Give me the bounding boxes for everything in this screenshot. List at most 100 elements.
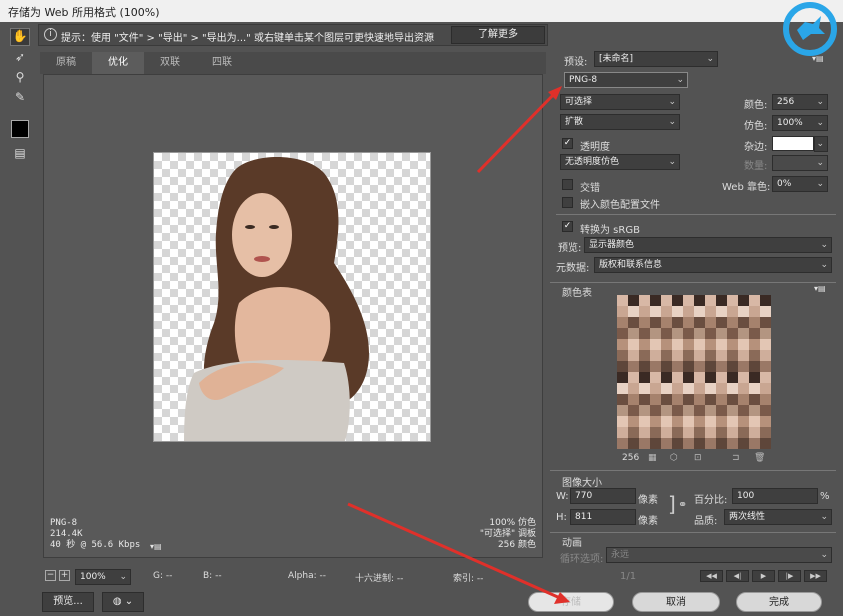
color-swatch[interactable]: [628, 328, 639, 339]
color-swatch[interactable]: [628, 317, 639, 328]
transparency-checkbox[interactable]: ✓: [562, 138, 573, 149]
download-speed-menu-icon[interactable]: ▾▤: [150, 542, 162, 551]
color-swatch[interactable]: [661, 438, 672, 449]
color-swatch[interactable]: [639, 295, 650, 306]
color-swatch[interactable]: [650, 306, 661, 317]
color-swatch[interactable]: [716, 405, 727, 416]
color-swatch[interactable]: [705, 317, 716, 328]
color-swatch[interactable]: [617, 361, 628, 372]
color-swatch[interactable]: [705, 295, 716, 306]
color-swatch[interactable]: [672, 317, 683, 328]
color-swatch[interactable]: [738, 306, 749, 317]
color-swatch[interactable]: [716, 372, 727, 383]
color-swatch[interactable]: [716, 339, 727, 350]
color-table-menu-icon[interactable]: ▾▤: [814, 284, 826, 293]
color-swatch[interactable]: [683, 339, 694, 350]
cancel-button[interactable]: 取消: [632, 592, 720, 612]
color-swatch[interactable]: [628, 295, 639, 306]
color-swatch[interactable]: [672, 383, 683, 394]
dither-algorithm-select[interactable]: 扩散 ⌄: [560, 114, 680, 130]
color-swatch[interactable]: [617, 339, 628, 350]
color-swatch[interactable]: [727, 361, 738, 372]
color-swatch[interactable]: [683, 317, 694, 328]
dither-amount-select[interactable]: 100% ⌄: [772, 115, 828, 131]
color-swatch[interactable]: [628, 306, 639, 317]
color-swatch[interactable]: [727, 372, 738, 383]
color-swatch[interactable]: [628, 427, 639, 438]
color-swatch[interactable]: [683, 383, 694, 394]
format-select[interactable]: PNG-8 ⌄: [564, 72, 688, 88]
map-selected-colors-icon[interactable]: ▦: [648, 453, 657, 463]
convert-srgb-checkbox[interactable]: ✓: [562, 221, 573, 232]
color-swatch[interactable]: [672, 427, 683, 438]
color-swatch[interactable]: [727, 317, 738, 328]
color-swatch[interactable]: [705, 416, 716, 427]
color-swatch[interactable]: [716, 361, 727, 372]
color-swatch[interactable]: [705, 438, 716, 449]
color-swatch[interactable]: [661, 394, 672, 405]
color-swatch[interactable]: [639, 394, 650, 405]
color-swatch[interactable]: [617, 295, 628, 306]
color-swatch[interactable]: [650, 295, 661, 306]
optimize-menu-icon[interactable]: ▾▤: [812, 54, 824, 63]
color-swatch[interactable]: [661, 361, 672, 372]
toggle-slices-icon[interactable]: ▤: [10, 146, 30, 164]
color-swatch[interactable]: [639, 416, 650, 427]
color-swatch[interactable]: [683, 372, 694, 383]
color-swatch[interactable]: [738, 372, 749, 383]
color-swatch[interactable]: [738, 438, 749, 449]
color-swatch[interactable]: [661, 317, 672, 328]
color-swatch[interactable]: [749, 427, 760, 438]
color-swatch[interactable]: [694, 383, 705, 394]
prev-frame-icon[interactable]: ◀|: [726, 570, 749, 582]
slice-select-tool-icon[interactable]: ➶: [10, 50, 30, 68]
color-swatch[interactable]: [749, 339, 760, 350]
color-swatch[interactable]: [716, 427, 727, 438]
color-swatch[interactable]: [749, 394, 760, 405]
color-swatch[interactable]: [639, 383, 650, 394]
interlaced-checkbox[interactable]: [562, 179, 573, 190]
color-swatch[interactable]: [760, 405, 771, 416]
color-swatch[interactable]: [617, 372, 628, 383]
color-swatch[interactable]: [661, 350, 672, 361]
color-swatch[interactable]: [705, 394, 716, 405]
preview-button[interactable]: 预览...: [42, 592, 94, 612]
color-swatch[interactable]: [716, 383, 727, 394]
color-swatch[interactable]: [705, 339, 716, 350]
color-swatch[interactable]: [650, 383, 661, 394]
chain-link-icon[interactable]: ⚭: [678, 498, 687, 511]
color-swatch[interactable]: [738, 328, 749, 339]
color-swatch[interactable]: [694, 372, 705, 383]
color-swatch[interactable]: [617, 328, 628, 339]
color-swatch[interactable]: [617, 383, 628, 394]
color-reduction-select[interactable]: 可选择 ⌄: [560, 94, 680, 110]
color-swatch[interactable]: [650, 427, 661, 438]
color-swatch[interactable]: [628, 339, 639, 350]
color-swatch[interactable]: [683, 306, 694, 317]
color-swatch[interactable]: [760, 394, 771, 405]
color-swatch[interactable]: [749, 416, 760, 427]
color-swatch[interactable]: [694, 295, 705, 306]
tab-4up[interactable]: 四联: [196, 52, 248, 74]
color-swatch[interactable]: [727, 438, 738, 449]
color-swatch[interactable]: [683, 361, 694, 372]
color-swatch[interactable]: [628, 372, 639, 383]
color-swatch[interactable]: [694, 361, 705, 372]
color-swatch[interactable]: [617, 416, 628, 427]
color-swatch[interactable]: [749, 372, 760, 383]
color-swatch[interactable]: [705, 328, 716, 339]
color-swatch[interactable]: [694, 350, 705, 361]
color-swatch[interactable]: [683, 438, 694, 449]
color-swatch[interactable]: [760, 328, 771, 339]
last-frame-icon[interactable]: ▶▶: [804, 570, 827, 582]
color-swatch[interactable]: [672, 295, 683, 306]
color-swatch[interactable]: [639, 372, 650, 383]
color-swatch[interactable]: [694, 405, 705, 416]
done-button[interactable]: 完成: [736, 592, 822, 612]
new-color-icon[interactable]: ⊐: [732, 453, 740, 463]
color-swatch[interactable]: [749, 383, 760, 394]
color-swatch[interactable]: [628, 394, 639, 405]
color-swatch[interactable]: [694, 427, 705, 438]
image-canvas[interactable]: [153, 152, 431, 442]
color-swatch[interactable]: [628, 416, 639, 427]
